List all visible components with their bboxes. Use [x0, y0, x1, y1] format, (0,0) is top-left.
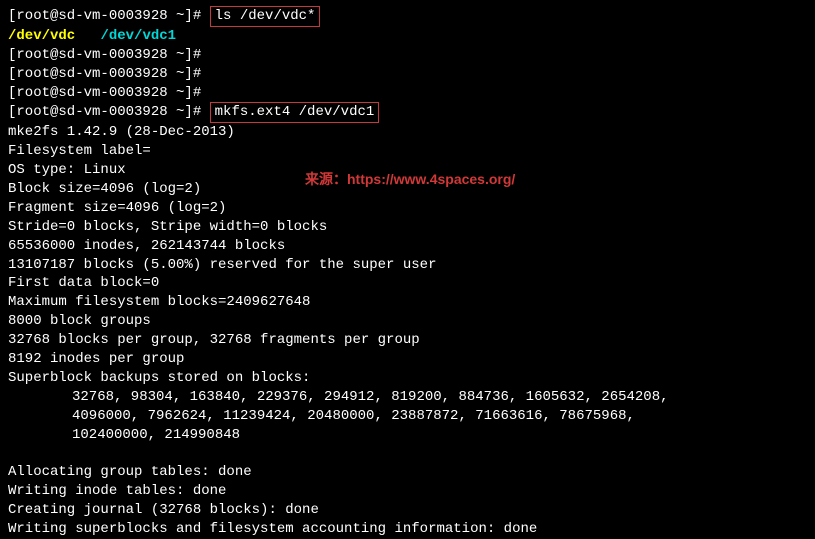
- ls-output-dev: /dev/vdc: [8, 28, 75, 44]
- terminal-output: Creating journal (32768 blocks): done: [8, 501, 807, 520]
- terminal-output: Writing inode tables: done: [8, 482, 807, 501]
- terminal-output: mke2fs 1.42.9 (28-Dec-2013): [8, 123, 807, 142]
- command-highlight: mkfs.ext4 /dev/vdc1: [210, 102, 380, 123]
- terminal-line: [root@sd-vm-0003928 ~]# ls /dev/vdc*: [8, 6, 807, 27]
- terminal-output: 8000 block groups: [8, 312, 807, 331]
- terminal-line: [root@sd-vm-0003928 ~]# mkfs.ext4 /dev/v…: [8, 102, 807, 123]
- terminal-output: 32768 blocks per group, 32768 fragments …: [8, 331, 807, 350]
- terminal-line: [root@sd-vm-0003928 ~]#: [8, 46, 807, 65]
- prompt: [root@sd-vm-0003928 ~]#: [8, 8, 210, 24]
- terminal-output: Block size=4096 (log=2): [8, 180, 807, 199]
- ls-output-partition: /dev/vdc1: [100, 28, 176, 44]
- terminal-output: Stride=0 blocks, Stripe width=0 blocks: [8, 218, 807, 237]
- terminal-output: Superblock backups stored on blocks:: [8, 369, 807, 388]
- terminal-output: Writing superblocks and filesystem accou…: [8, 520, 807, 539]
- prompt: [root@sd-vm-0003928 ~]#: [8, 104, 210, 120]
- prompt: [root@sd-vm-0003928 ~]#: [8, 47, 210, 63]
- terminal-line: [root@sd-vm-0003928 ~]#: [8, 84, 807, 103]
- terminal-output: Allocating group tables: done: [8, 463, 807, 482]
- terminal-output: 13107187 blocks (5.00%) reserved for the…: [8, 256, 807, 275]
- terminal-output: 8192 inodes per group: [8, 350, 807, 369]
- terminal-output: Filesystem label=: [8, 142, 807, 161]
- terminal-output: Maximum filesystem blocks=2409627648: [8, 293, 807, 312]
- terminal-output: 4096000, 7962624, 11239424, 20480000, 23…: [8, 407, 807, 426]
- terminal-line: [root@sd-vm-0003928 ~]#: [8, 65, 807, 84]
- command-highlight: ls /dev/vdc*: [210, 6, 321, 27]
- terminal-output: 65536000 inodes, 262143744 blocks: [8, 237, 807, 256]
- blank-line: [8, 444, 807, 463]
- terminal-output: Fragment size=4096 (log=2): [8, 199, 807, 218]
- prompt: [root@sd-vm-0003928 ~]#: [8, 85, 210, 101]
- prompt: [root@sd-vm-0003928 ~]#: [8, 66, 210, 82]
- terminal-output: 32768, 98304, 163840, 229376, 294912, 81…: [8, 388, 807, 407]
- terminal-output: 102400000, 214990848: [8, 426, 807, 445]
- terminal-output: First data block=0: [8, 274, 807, 293]
- terminal-line: /dev/vdc /dev/vdc1: [8, 27, 807, 46]
- terminal-output: OS type: Linux: [8, 161, 807, 180]
